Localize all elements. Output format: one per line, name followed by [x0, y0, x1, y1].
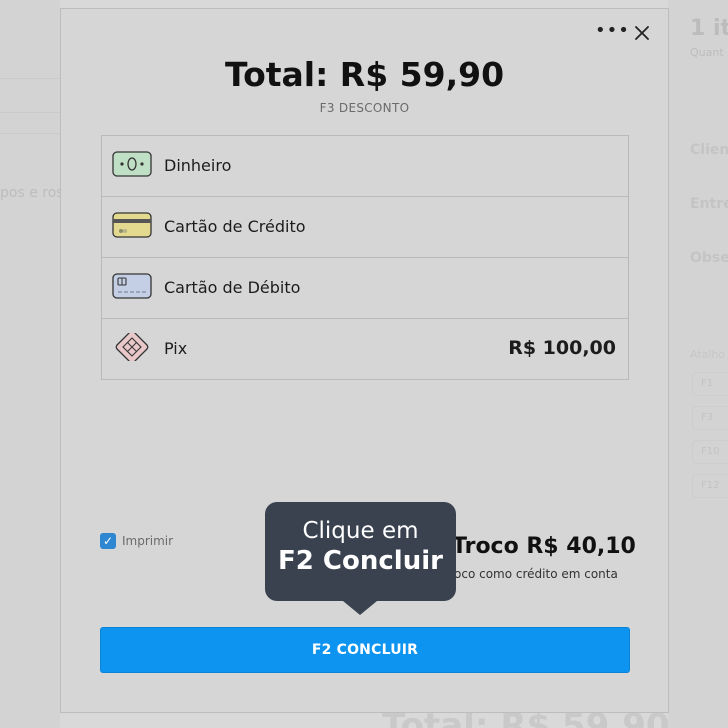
- tooltip-text: Clique em: [302, 518, 419, 544]
- background-quantity-label: Quant: [690, 46, 724, 59]
- background-shortcuts-label: Atalho: [690, 348, 726, 361]
- print-checkbox[interactable]: ✓: [100, 533, 116, 549]
- tooltip-hint: Clique em F2 Concluir: [265, 502, 456, 601]
- confirm-button[interactable]: F2 CONCLUIR: [100, 627, 630, 673]
- close-button[interactable]: [630, 21, 654, 45]
- background-left-panel: pos e ros: [0, 0, 64, 728]
- more-options-button[interactable]: •••: [595, 21, 629, 43]
- background-shortcut-key: F3: [692, 406, 728, 430]
- change-amount: Troco R$ 40,10: [452, 534, 636, 559]
- payment-method-label: Dinheiro: [164, 156, 232, 175]
- payment-modal: ••• Total: R$ 59,90 F3 DESCONTO Dinheiro: [60, 8, 669, 713]
- background-shortcut-key: F10: [692, 440, 728, 464]
- payment-method-pix[interactable]: Pix R$ 100,00: [102, 319, 628, 379]
- background-notes-label: Obse: [690, 250, 728, 266]
- background-product-text: pos e ros: [0, 185, 64, 201]
- payment-method-debit-card[interactable]: Cartão de Débito: [102, 258, 628, 319]
- background-right-panel: 1 ite Quant Clien Entre Obse Atalho F1 F…: [668, 0, 728, 728]
- discount-link[interactable]: F3 DESCONTO: [61, 101, 668, 115]
- background-client-label: Clien: [690, 142, 728, 158]
- credit-card-icon: [112, 212, 152, 238]
- background-delivery-label: Entre: [690, 196, 728, 212]
- more-horizontal-icon: •••: [595, 20, 630, 41]
- background-shortcut-key: F12: [692, 474, 728, 498]
- tooltip-shortcut: F2 Concluir: [278, 546, 443, 576]
- close-icon: [635, 26, 649, 40]
- payment-method-label: Cartão de Débito: [164, 278, 301, 297]
- payment-methods-list: Dinheiro Cartão de Crédito Cartão de Déb…: [101, 135, 629, 380]
- tooltip-arrow: [343, 601, 377, 615]
- cash-icon: [112, 151, 152, 177]
- background-items-count: 1 ite: [690, 16, 728, 41]
- payment-method-label: Cartão de Crédito: [164, 217, 306, 236]
- background-shortcut-key: F1: [692, 372, 728, 396]
- payment-method-label: Pix: [164, 339, 188, 358]
- print-label: Imprimir: [122, 534, 174, 548]
- pix-icon: [115, 333, 149, 361]
- order-total: Total: R$ 59,90: [224, 55, 505, 94]
- payment-method-amount: R$ 100,00: [508, 337, 616, 359]
- payment-method-credit-card[interactable]: Cartão de Crédito: [102, 197, 628, 258]
- debit-card-icon: [112, 273, 152, 299]
- payment-method-cash[interactable]: Dinheiro: [102, 136, 628, 197]
- change-note: oco como crédito em conta: [454, 567, 618, 581]
